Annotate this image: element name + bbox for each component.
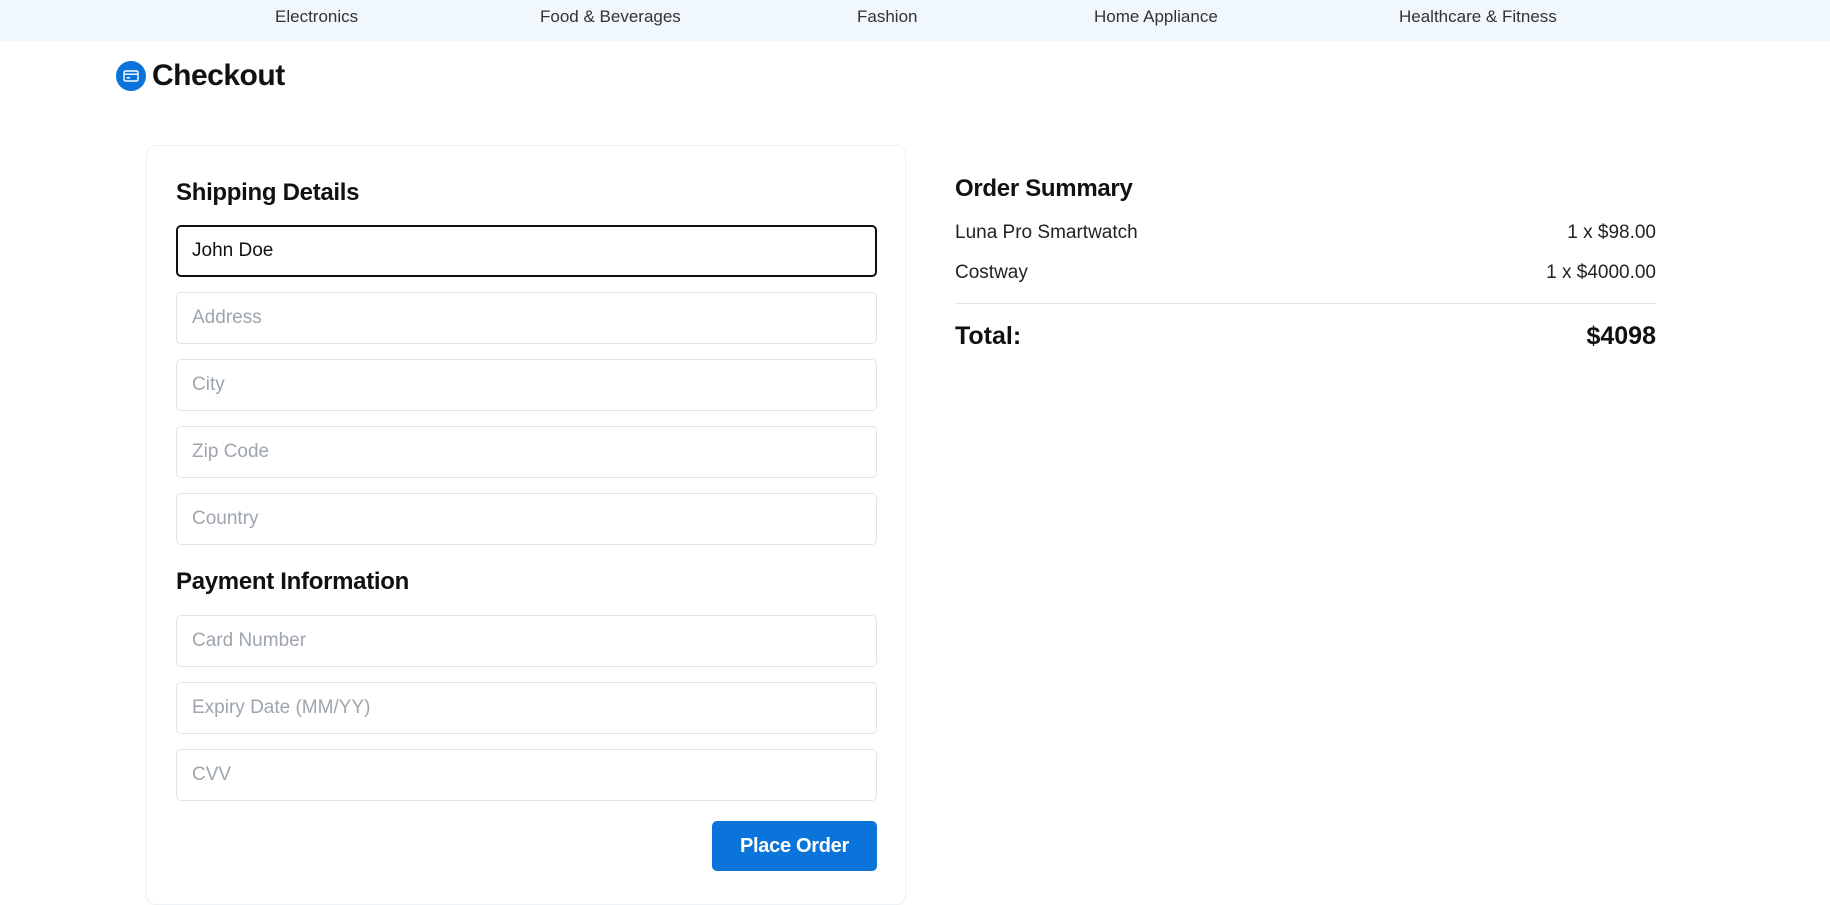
nav-home-appliance[interactable]: Home Appliance <box>1094 6 1218 28</box>
top-nav: Electronics Food & Beverages Fashion Hom… <box>0 0 1830 41</box>
order-summary-title: Order Summary <box>955 175 1133 202</box>
total-label: Total: <box>955 322 1022 350</box>
order-summary: Order Summary Luna Pro Smartwatch 1 x $9… <box>955 175 1656 351</box>
nav-electronics[interactable]: Electronics <box>275 6 358 28</box>
payment-information-title: Payment Information <box>176 568 409 595</box>
full-name-input[interactable] <box>176 225 877 277</box>
zip-code-input[interactable] <box>176 426 877 478</box>
order-item: Luna Pro Smartwatch 1 x $98.00 <box>955 213 1656 253</box>
nav-healthcare-fitness[interactable]: Healthcare & Fitness <box>1399 6 1557 28</box>
summary-divider <box>955 303 1656 304</box>
order-item-name: Costway <box>955 262 1028 283</box>
order-item: Costway 1 x $4000.00 <box>955 253 1656 293</box>
place-order-button[interactable]: Place Order <box>712 821 877 871</box>
nav-fashion[interactable]: Fashion <box>857 6 917 28</box>
order-item-qty-price: 1 x $98.00 <box>1567 222 1656 243</box>
address-input[interactable] <box>176 292 877 344</box>
nav-food-beverages[interactable]: Food & Beverages <box>540 6 681 28</box>
order-items-list: Luna Pro Smartwatch 1 x $98.00 Costway 1… <box>955 213 1656 293</box>
order-item-name: Luna Pro Smartwatch <box>955 222 1138 243</box>
credit-card-icon <box>116 61 146 91</box>
checkout-form: Shipping Details Payment Information Pla… <box>146 145 906 905</box>
page-header: Checkout <box>116 56 285 96</box>
shipping-details-title: Shipping Details <box>176 179 360 206</box>
total-row: Total: $4098 <box>955 322 1656 351</box>
expiry-date-input[interactable] <box>176 682 877 734</box>
city-input[interactable] <box>176 359 877 411</box>
cvv-input[interactable] <box>176 749 877 801</box>
country-input[interactable] <box>176 493 877 545</box>
card-number-input[interactable] <box>176 615 877 667</box>
page-title: Checkout <box>152 59 285 92</box>
order-item-qty-price: 1 x $4000.00 <box>1546 262 1656 283</box>
total-value: $4098 <box>1586 322 1656 350</box>
